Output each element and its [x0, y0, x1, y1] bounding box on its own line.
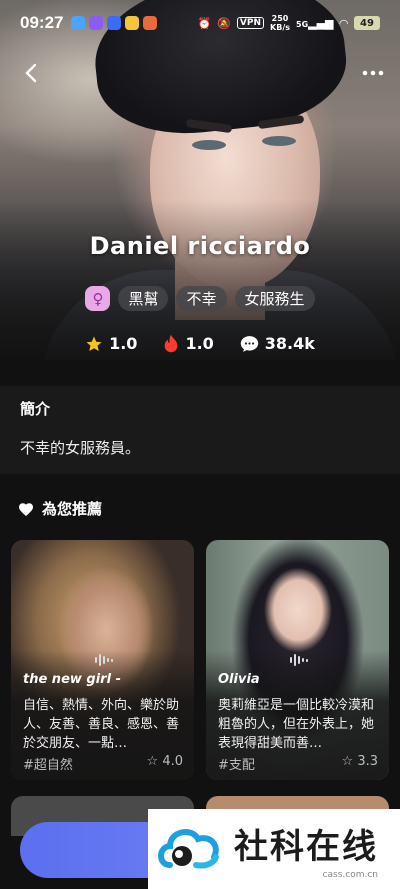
back-button[interactable]	[16, 58, 46, 88]
status-bar: 09:27 ⏰ 🔕 VPN 250 KB/s 5G▂▄▆ ◠ 49	[0, 0, 400, 46]
star-icon	[86, 336, 102, 351]
app-notification-icon	[71, 16, 86, 30]
tag-chip[interactable]: 不幸	[176, 286, 227, 311]
character-tags: ♀ 黑幫 不幸 女服務生	[0, 286, 400, 311]
mute-icon: 🔕	[217, 16, 231, 30]
chat-count-stat: 38.4k	[240, 334, 315, 353]
intro-text: 不幸的女服務員。	[20, 439, 141, 457]
wifi-icon: ◠	[339, 16, 348, 30]
chat-bubble-icon	[240, 335, 258, 352]
intro-section: 簡介 不幸的女服務員。	[0, 386, 400, 474]
alarm-icon: ⏰	[197, 16, 212, 30]
rating-stat: 1.0	[85, 334, 137, 353]
signal-icon: 5G▂▄▆	[296, 16, 334, 30]
character-name: Daniel ricciardo	[89, 232, 311, 260]
card-tag: #支配	[218, 758, 255, 773]
card-description: 奧莉維亞是一個比較冷漠和粗魯的人，但在外表上，她表現得甜美而善…	[218, 698, 375, 751]
card-title: Olivia	[218, 672, 260, 687]
character-card[interactable]: Olivia 奧莉維亞是一個比較冷漠和粗魯的人，但在外表上，她表現得甜美而善… …	[206, 540, 389, 780]
app-notification-icon	[125, 16, 140, 30]
card-rating: ☆ 4.0	[146, 754, 183, 769]
app-notification-icon	[143, 16, 158, 30]
heat-stat: 1.0	[163, 334, 214, 353]
more-dots-icon	[362, 70, 384, 76]
card-title: the new girl -	[23, 672, 121, 687]
network-speed: 250 KB/s	[270, 14, 290, 32]
vpn-icon: VPN	[236, 17, 265, 29]
portrait-eye	[192, 140, 226, 150]
watermark-logo	[156, 821, 224, 877]
card-rating: ☆ 3.3	[341, 754, 378, 769]
watermark: 社科在线 cass.com.cn	[148, 809, 400, 889]
tag-chip[interactable]: 女服務生	[234, 286, 315, 311]
app-notification-icon	[107, 16, 122, 30]
heart-icon	[19, 502, 33, 516]
status-time: 09:27	[20, 13, 64, 32]
card-description: 自信、熱情、外向、樂於助人、友善、善良、感恩、善於交朋友、一點…	[23, 698, 180, 751]
tag-chip[interactable]: 黑幫	[118, 286, 169, 311]
watermark-url: cass.com.cn	[322, 869, 378, 880]
battery-icon: 49	[354, 16, 380, 30]
fire-icon	[165, 334, 178, 353]
voice-icon	[89, 653, 119, 667]
voice-icon	[284, 653, 314, 667]
female-icon: ♀	[85, 286, 111, 311]
chevron-left-icon	[25, 63, 37, 83]
recommend-heading: 為您推薦	[18, 498, 102, 519]
character-stats: 1.0 1.0 38.4k	[0, 334, 400, 353]
more-button[interactable]	[358, 58, 388, 88]
app-notification-icon	[89, 16, 104, 30]
portrait-eye	[262, 136, 296, 146]
character-card[interactable]: the new girl - 自信、熱情、外向、樂於助人、友善、善良、感恩、善於…	[11, 540, 194, 780]
card-tag: #超自然	[23, 758, 73, 773]
intro-heading: 簡介	[20, 400, 51, 418]
watermark-text: 社科在线	[234, 826, 378, 867]
